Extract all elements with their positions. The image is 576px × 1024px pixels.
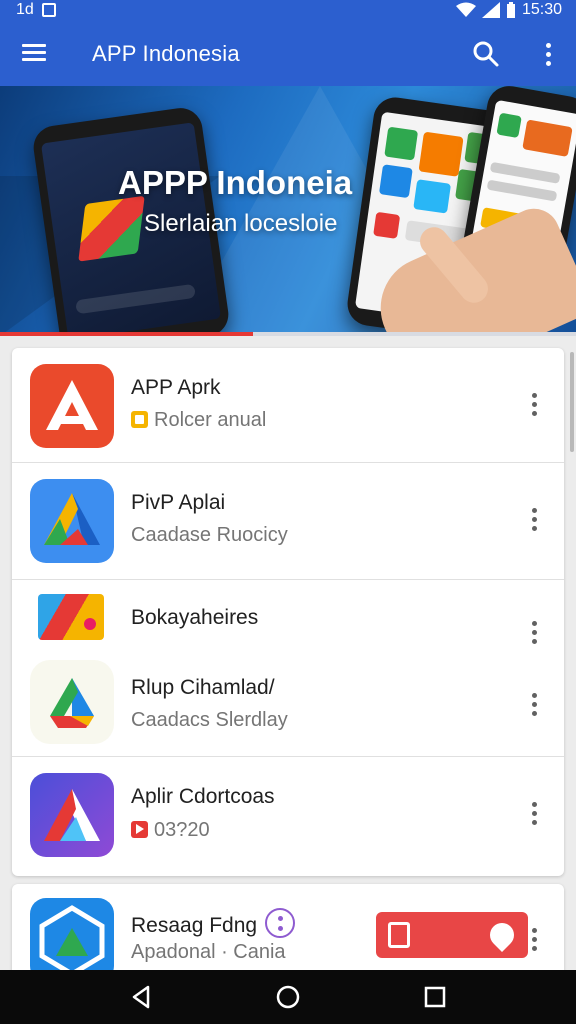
- menu-button[interactable]: [22, 40, 56, 68]
- info-icon: [265, 908, 296, 938]
- notification-icon: [41, 3, 56, 17]
- list-item[interactable]: Aplir Cdortcoas 03?20: [12, 757, 564, 876]
- badge-icon: [131, 411, 148, 428]
- list-item-subtitle-wrap: Rolcer anual: [131, 409, 266, 432]
- list-item-subtitle: Caadacs Slerdlay: [131, 709, 288, 731]
- more-options-icon[interactable]: [524, 504, 544, 534]
- app-icon: [30, 364, 114, 448]
- status-time: 15:30: [521, 1, 562, 18]
- more-options-icon[interactable]: [524, 924, 544, 954]
- app-title: APP Indonesia: [92, 41, 240, 66]
- location-pin-icon: [485, 918, 519, 952]
- back-icon[interactable]: [128, 983, 156, 1011]
- app-icon: [30, 773, 114, 857]
- badge-icon: [131, 821, 148, 838]
- list-item[interactable]: Bokayaheires: [12, 580, 564, 656]
- list-item-title: Rlup Cihamlad/: [131, 676, 275, 699]
- more-options-icon[interactable]: [524, 617, 544, 647]
- banner-title: APPP Indoneia: [118, 164, 353, 201]
- status-bar: 1d 15:30: [0, 0, 576, 22]
- list-item-subtitle: 03?20: [154, 819, 210, 841]
- app-icon: [30, 479, 114, 563]
- app-icon: [38, 594, 104, 640]
- promo-banner[interactable]: APPP Indoneia Slerlaian locesloie: [0, 86, 576, 336]
- list-item-title: Bokayaheires: [131, 606, 259, 629]
- home-icon[interactable]: [274, 983, 302, 1011]
- signal-icon: [481, 2, 500, 18]
- lock-icon: [388, 922, 410, 948]
- recent-apps-icon[interactable]: [421, 983, 449, 1011]
- list-item[interactable]: Rlup Cihamlad/ Caadacs Slerdlay: [12, 656, 564, 756]
- banner-subtitle: Slerlaian locesloie: [144, 210, 338, 237]
- more-options-icon[interactable]: [524, 689, 544, 719]
- app-bar: APP Indonesia: [0, 22, 576, 86]
- list-item-subtitle-wrap: 03?20: [131, 819, 210, 842]
- list-item-subtitle: Caadase Ruocicy: [131, 524, 288, 546]
- list-item-title-wrap: Resaag Fdng: [131, 908, 296, 938]
- app-list-card: APP Aprk Rolcer anual PivP Aplai Caadase…: [12, 348, 564, 876]
- banner-indicator-fill: [0, 332, 254, 336]
- list-item[interactable]: PivP Aplai Caadase Ruocicy: [12, 463, 564, 579]
- more-options-icon[interactable]: [524, 798, 544, 828]
- status-left-text: 1d: [16, 1, 34, 18]
- wifi-icon: [455, 2, 476, 17]
- list-item-title: APP Aprk: [131, 376, 221, 399]
- list-item-subtitle: Apadonal · Cania: [131, 941, 286, 963]
- overflow-menu-icon[interactable]: [538, 38, 558, 70]
- battery-icon: [506, 2, 515, 18]
- scrollbar[interactable]: [570, 352, 574, 452]
- list-item-subtitle: Rolcer anual: [154, 409, 267, 431]
- more-options-icon[interactable]: [524, 389, 544, 419]
- banner-indicator: [0, 332, 576, 336]
- navigation-bar: [0, 970, 576, 1024]
- search-icon[interactable]: [470, 38, 502, 70]
- app-icon: [30, 660, 114, 744]
- list-item[interactable]: APP Aprk Rolcer anual: [12, 348, 564, 462]
- list-item-title: Aplir Cdortcoas: [131, 785, 275, 808]
- list-item-title: Resaag Fdng: [131, 914, 258, 937]
- list-item-title: PivP Aplai: [131, 491, 226, 514]
- promo-button[interactable]: [376, 912, 528, 958]
